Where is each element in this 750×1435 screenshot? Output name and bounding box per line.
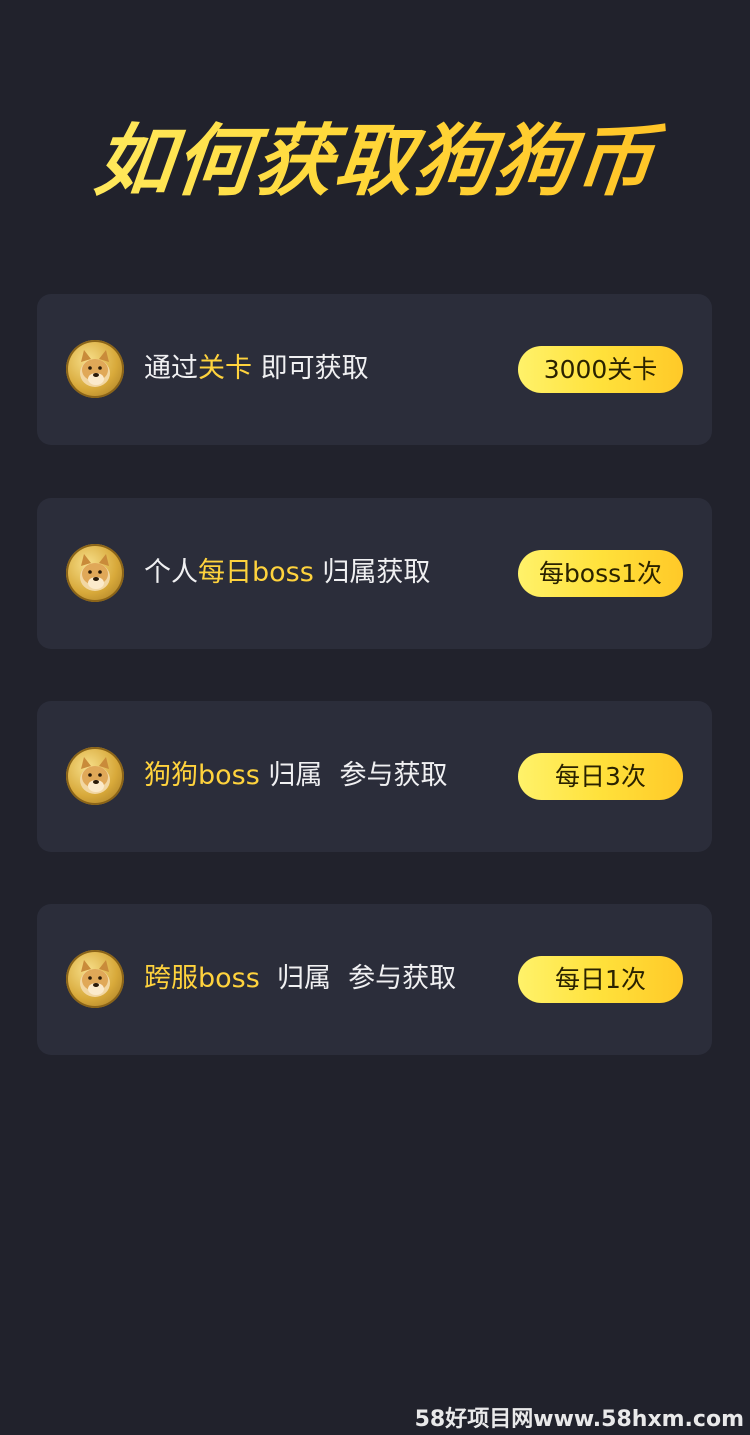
reward-card-doge-boss: 狗狗boss 归属 参与获取 每日3次 <box>37 701 712 852</box>
reward-description: 跨服boss 归属 参与获取 <box>144 959 456 999</box>
reward-description: 狗狗boss 归属 参与获取 <box>144 756 448 796</box>
reward-description: 个人每日boss 归属获取 <box>144 553 430 593</box>
page-title: 如何获取狗狗币 <box>0 112 750 212</box>
limit-badge: 每boss1次 <box>518 550 683 597</box>
limit-badge: 3000关卡 <box>518 346 683 393</box>
limit-badge: 每日3次 <box>518 753 683 800</box>
text-suffix: 归属 参与获取 <box>259 963 457 994</box>
text-highlight: 跨服boss <box>144 963 260 994</box>
reward-card-cross-server-boss: 跨服boss 归属 参与获取 每日1次 <box>37 904 712 1055</box>
dogecoin-icon <box>66 340 124 398</box>
reward-description: 通过关卡 即可获取 <box>144 349 369 389</box>
dogecoin-icon <box>66 544 124 602</box>
text-prefix: 通过 <box>144 353 198 384</box>
watermark-text: 58好项目网www.58hxm.com <box>414 1407 744 1432</box>
text-prefix: 个人 <box>144 557 198 588</box>
text-highlight: 每日boss <box>198 557 314 588</box>
text-highlight: 关卡 <box>198 353 252 384</box>
dogecoin-icon <box>66 747 124 805</box>
dogecoin-icon <box>66 950 124 1008</box>
text-suffix: 归属 参与获取 <box>259 760 448 791</box>
limit-badge: 每日1次 <box>518 956 683 1003</box>
text-highlight: 狗狗boss <box>144 760 260 791</box>
text-suffix: 归属获取 <box>313 557 431 588</box>
text-suffix: 即可获取 <box>252 353 369 384</box>
reward-card-levels: 通过关卡 即可获取 3000关卡 <box>37 294 712 445</box>
reward-card-daily-boss: 个人每日boss 归属获取 每boss1次 <box>37 498 712 649</box>
